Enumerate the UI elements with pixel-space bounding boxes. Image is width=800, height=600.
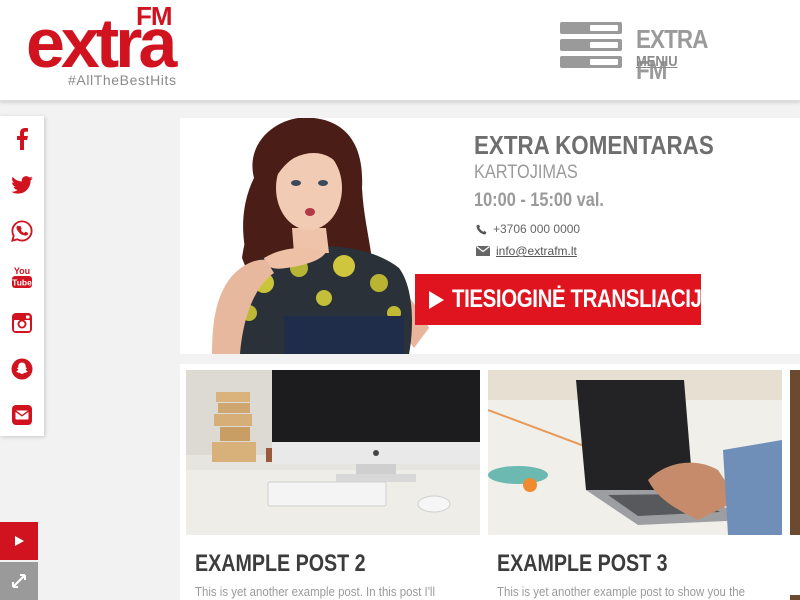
- menu-label[interactable]: MENIU: [636, 53, 678, 70]
- show-time: 10:00 - 15:00 val.: [474, 190, 604, 211]
- player-play-button[interactable]: [0, 522, 38, 560]
- logo-tagline: #AllTheBestHits: [68, 72, 177, 88]
- show-title: EXTRA KOMENTARAS: [474, 130, 714, 160]
- svg-text:Tube: Tube: [12, 278, 32, 288]
- social-facebook-link[interactable]: [0, 116, 44, 162]
- post-card[interactable]: EXAMPLE POST 3 This is yet another examp…: [488, 370, 782, 600]
- player-expand-button[interactable]: [0, 562, 38, 600]
- post-card-partial-body: [788, 535, 800, 595]
- twitter-icon: [11, 176, 33, 194]
- show-subtitle: KARTOJIMAS: [474, 162, 578, 183]
- svg-text:You: You: [14, 266, 30, 276]
- instagram-icon: [12, 313, 32, 333]
- posts-section: EXAMPLE POST 2 This is yet another examp…: [180, 364, 800, 600]
- social-instagram-link[interactable]: [0, 300, 44, 346]
- social-sidebar: You Tube: [0, 116, 44, 436]
- post-title[interactable]: EXAMPLE POST 3: [497, 550, 668, 578]
- contact-email: info@extrafm.lt: [476, 244, 577, 258]
- logo-fm-text: FM: [136, 1, 173, 31]
- post-card[interactable]: EXAMPLE POST 2 This is yet another examp…: [186, 370, 480, 600]
- post-title[interactable]: EXAMPLE POST 2: [195, 550, 366, 578]
- facebook-icon: [17, 128, 28, 150]
- host-photo: [212, 118, 429, 354]
- envelope-icon: [12, 405, 32, 425]
- live-stream-label: TIESIOGINĖ TRANSLIACIJA: [452, 285, 716, 313]
- expand-icon: [12, 574, 26, 588]
- social-snapchat-link[interactable]: [0, 346, 44, 392]
- email-link[interactable]: info@extrafm.lt: [496, 244, 577, 258]
- post-excerpt: This is yet another example post. In thi…: [195, 584, 436, 599]
- menu-button[interactable]: EXTRA FM MENIU: [560, 20, 730, 85]
- contact-phone: +3706 000 0000: [476, 222, 580, 236]
- social-twitter-link[interactable]: [0, 162, 44, 208]
- envelope-icon: [476, 246, 490, 256]
- post-excerpt: This is yet another example post to show…: [497, 584, 746, 599]
- live-stream-button[interactable]: TIESIOGINĖ TRANSLIACIJA: [415, 274, 716, 325]
- post-image: [488, 370, 782, 535]
- hamburger-icon[interactable]: [560, 20, 622, 70]
- social-whatsapp-link[interactable]: [0, 208, 44, 254]
- phone-number: +3706 000 0000: [493, 222, 581, 236]
- phone-icon: [476, 223, 487, 235]
- site-header: extra FM #AllTheBestHits EXTRA FM MENIU: [0, 0, 800, 101]
- post-image: [186, 370, 480, 535]
- whatsapp-icon: [11, 220, 33, 242]
- play-icon: [429, 290, 444, 309]
- social-email-link[interactable]: [0, 392, 44, 438]
- social-youtube-link[interactable]: You Tube: [0, 254, 44, 300]
- snapchat-icon: [11, 358, 33, 380]
- play-icon: [15, 536, 24, 546]
- now-playing-card: EXTRA KOMENTARAS KARTOJIMAS 10:00 - 15:0…: [180, 118, 800, 354]
- youtube-icon: You Tube: [12, 266, 32, 288]
- extra-fm-logo[interactable]: extra FM #AllTheBestHits: [26, 1, 226, 90]
